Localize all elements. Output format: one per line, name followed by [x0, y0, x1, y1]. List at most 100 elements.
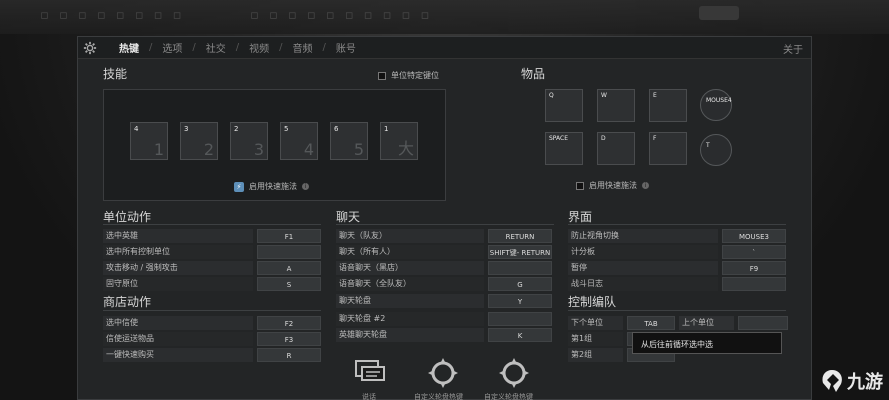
item-key: SPACE: [549, 135, 569, 142]
skill-number: 3: [253, 140, 264, 159]
row-label: 战斗日志: [568, 277, 718, 291]
key-binding[interactable]: SHIFT键- RETURN: [488, 245, 552, 259]
table-row[interactable]: 攻击移动 / 强制攻击 A: [103, 261, 321, 275]
watermark-text: 九游: [847, 372, 883, 393]
skill-key: 4: [134, 125, 139, 133]
info-icon: i: [302, 183, 309, 190]
table-row[interactable]: 聊天（所有人） SHIFT键- RETURN: [336, 245, 552, 259]
table-row[interactable]: 选中信使 F2: [103, 316, 321, 330]
row-label: 计分板: [568, 245, 718, 259]
quick-cast-icon[interactable]: ⚡: [234, 181, 244, 192]
interface-title: 界面: [568, 210, 593, 224]
items-quick-cast-checkbox[interactable]: [576, 181, 584, 190]
unit-specific-checkbox[interactable]: [378, 71, 386, 80]
table-row[interactable]: 聊天轮盘 #2: [336, 312, 552, 326]
key-binding[interactable]: `: [722, 245, 786, 259]
skill-slot[interactable]: 54: [280, 122, 318, 160]
key-binding[interactable]: Y: [488, 294, 552, 308]
tab-options[interactable]: 选项: [152, 40, 192, 55]
row-label: 聊天（队友）: [336, 229, 484, 243]
key-binding[interactable]: K: [488, 328, 552, 342]
items-quick-cast-row[interactable]: 启用快速施法 i: [576, 180, 649, 191]
row-label: 聊天（所有人）: [336, 245, 484, 259]
bottom-label: 自定义轮盘热键: [414, 393, 463, 400]
row-label: 第1组: [568, 332, 623, 346]
table-row[interactable]: 信使运送物品 F3: [103, 332, 321, 346]
item-slot[interactable]: D: [597, 132, 635, 165]
table-row[interactable]: 选中英雄 F1: [103, 229, 321, 243]
divider: [568, 224, 786, 225]
chat-bubble-icon[interactable]: [353, 356, 387, 390]
table-row[interactable]: 语音聊天（黑店）: [336, 261, 552, 275]
skills-quick-cast-row[interactable]: ⚡ 启用快速施法 i: [234, 181, 309, 192]
unit-specific-checkbox-row[interactable]: 单位特定键位: [378, 70, 439, 81]
gear-icon[interactable]: [83, 41, 97, 55]
tab-account[interactable]: 账号: [326, 40, 366, 55]
key-binding[interactable]: S: [257, 277, 321, 291]
shop-actions-title: 商店动作: [103, 295, 152, 309]
table-row[interactable]: 一键快速购买 R: [103, 348, 321, 362]
tp-item-slot[interactable]: T: [700, 134, 732, 166]
skills-title: 技能: [103, 67, 128, 81]
neutral-item-slot[interactable]: MOUSE4: [700, 89, 732, 121]
item-slot[interactable]: W: [597, 89, 635, 122]
key-binding[interactable]: F9: [722, 261, 786, 275]
tab-video[interactable]: 视频: [239, 40, 279, 55]
table-row[interactable]: 聊天（队友） RETURN: [336, 229, 552, 243]
item-key: T: [706, 142, 710, 149]
unit-specific-label: 单位特定键位: [391, 71, 439, 80]
key-binding[interactable]: [722, 277, 786, 291]
table-row[interactable]: 聊天轮盘 Y: [336, 294, 552, 308]
skill-key: 1: [384, 125, 389, 133]
table-row[interactable]: 固守原位 S: [103, 277, 321, 291]
key-binding[interactable]: [738, 316, 788, 330]
item-key: F: [653, 135, 657, 142]
key-binding[interactable]: F1: [257, 229, 321, 243]
row-label: 一键快速购买: [103, 348, 253, 362]
table-row[interactable]: 计分板 `: [568, 245, 786, 259]
tab-social[interactable]: 社交: [196, 40, 236, 55]
tooltip: 从后往前循环选中选: [632, 332, 782, 354]
table-row[interactable]: 英雄聊天轮盘 K: [336, 328, 552, 342]
row-label: 选中信使: [103, 316, 253, 330]
key-binding[interactable]: F2: [257, 316, 321, 330]
key-binding[interactable]: [488, 261, 552, 275]
skill-slot[interactable]: 23: [230, 122, 268, 160]
quick-cast-label: 启用快速施法: [589, 181, 637, 190]
skill-slot[interactable]: 65: [330, 122, 368, 160]
wheel-icon[interactable]: [497, 356, 531, 390]
skill-key: 5: [284, 125, 289, 133]
key-binding[interactable]: F3: [257, 332, 321, 346]
key-binding[interactable]: TAB: [627, 316, 675, 330]
item-slot[interactable]: E: [649, 89, 687, 122]
key-binding[interactable]: R: [257, 348, 321, 362]
wheel-icon[interactable]: [426, 356, 460, 390]
key-binding[interactable]: RETURN: [488, 229, 552, 243]
table-row[interactable]: 战斗日志: [568, 277, 786, 291]
table-row[interactable]: 语音聊天（全队友） G: [336, 277, 552, 291]
key-binding[interactable]: G: [488, 277, 552, 291]
game-top-bar: ▫ ▫ ▫ ▫ ▫ ▫ ▫ ▫ ▫ ▫ ▫ ▫ ▫ ▫ ▫ ▫ ▫ ▫: [0, 0, 889, 34]
tab-hotkeys[interactable]: 热键: [109, 40, 149, 55]
item-slot[interactable]: Q: [545, 89, 583, 122]
item-slot[interactable]: F: [649, 132, 687, 165]
divider: [103, 310, 321, 311]
table-row[interactable]: 选中所有控制单位: [103, 245, 321, 259]
table-row[interactable]: 防止视角切换 MOUSE3: [568, 229, 786, 243]
key-binding[interactable]: A: [257, 261, 321, 275]
skill-slot[interactable]: 41: [130, 122, 168, 160]
table-row[interactable]: 下个单位 TAB 上个单位: [568, 316, 788, 330]
skill-slot[interactable]: 32: [180, 122, 218, 160]
close-link[interactable]: 关于: [783, 41, 803, 56]
skill-number: 2: [203, 140, 214, 159]
unit-actions-title: 单位动作: [103, 210, 152, 224]
skill-slot[interactable]: 1大: [380, 122, 418, 160]
row-label: 信使运送物品: [103, 332, 253, 346]
tab-audio[interactable]: 音频: [283, 40, 323, 55]
item-slot[interactable]: SPACE: [545, 132, 583, 165]
key-binding[interactable]: [257, 245, 321, 259]
key-binding[interactable]: [488, 312, 552, 326]
table-row[interactable]: 暂停 F9: [568, 261, 786, 275]
row-label: 语音聊天（黑店）: [336, 261, 484, 275]
key-binding[interactable]: MOUSE3: [722, 229, 786, 243]
